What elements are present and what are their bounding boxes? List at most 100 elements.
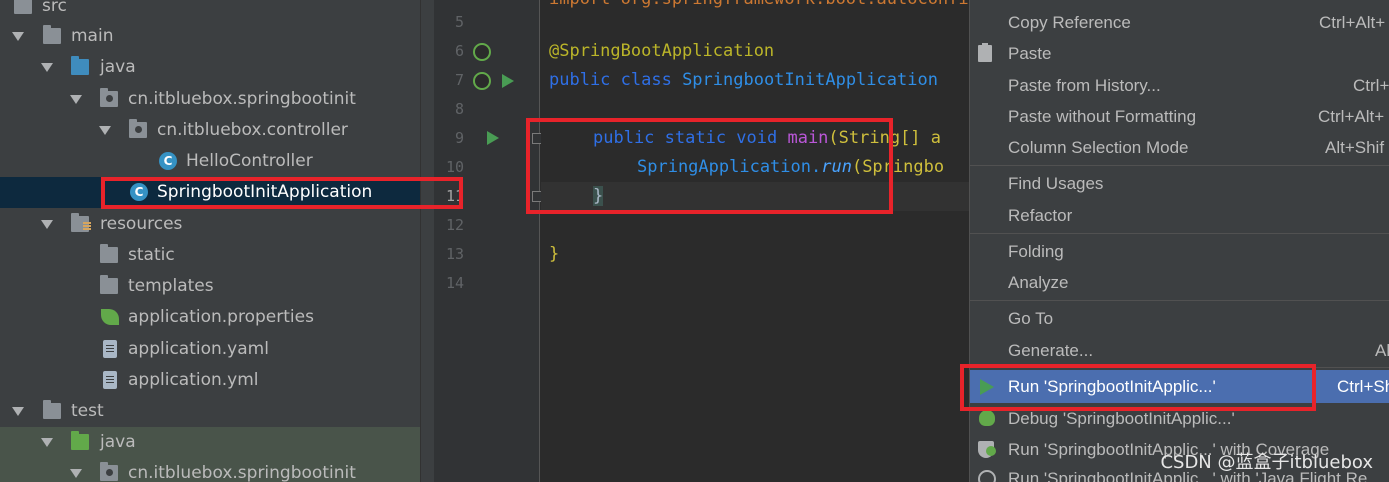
brace-token: } — [549, 244, 560, 264]
tree-item-label: java — [100, 57, 136, 77]
menu-item-label: Copy Reference — [1008, 13, 1131, 32]
tree-item-static[interactable]: static — [0, 240, 420, 271]
tree-item-src[interactable]: src — [0, 0, 420, 22]
tree-item-test-package[interactable]: cn.itbluebox.springbootinit — [0, 458, 420, 482]
spring-bean-icon[interactable] — [473, 72, 491, 90]
tree-item-hellocontroller[interactable]: C HelloController — [0, 146, 420, 177]
chevron-down-icon[interactable] — [41, 438, 53, 447]
tree-item-springbootinitapplication[interactable]: C SpringbootInitApplication — [0, 177, 420, 208]
menu-item-shortcut: Al — [1375, 341, 1389, 360]
tree-item-package[interactable]: cn.itbluebox.springbootinit — [0, 84, 420, 115]
debug-icon — [979, 410, 995, 426]
tree-item-test[interactable]: test — [0, 396, 420, 427]
menu-item-run[interactable]: Run 'SpringbootInitApplic...' Ctrl+Sh — [970, 370, 1389, 403]
tree-item-main[interactable]: main — [0, 21, 420, 52]
run-gutter-icon[interactable] — [487, 131, 499, 145]
run-gutter-icon[interactable] — [502, 74, 514, 88]
spring-boot-class-icon: C — [130, 183, 148, 201]
tree-item-resources[interactable]: resources — [0, 209, 420, 240]
code-line: import org.springframework.boot.autoconf… — [549, 0, 969, 14]
spring-bean-icon[interactable] — [473, 43, 491, 61]
tree-item-label: static — [128, 245, 175, 265]
run-icon — [980, 379, 994, 395]
package-icon — [129, 119, 147, 138]
tree-item-test-java[interactable]: java — [0, 427, 420, 458]
menu-item-shortcut: Ctrl+ — [1353, 76, 1389, 95]
package-icon — [100, 462, 118, 481]
clipboard-icon — [978, 43, 992, 62]
tree-item-label: cn.itbluebox.controller — [157, 120, 348, 140]
context-menu: Copy Reference Ctrl+Alt+ Paste Paste fro… — [969, 0, 1389, 482]
method-name-token: main — [787, 128, 829, 148]
chevron-down-icon[interactable] — [12, 407, 24, 416]
chevron-down-icon[interactable] — [12, 32, 24, 41]
tree-item-label: cn.itbluebox.springbootinit — [128, 463, 356, 482]
menu-item-label: Run 'SpringbootInitApplic...' — [1008, 377, 1216, 396]
menu-item-shortcut: Ctrl+Alt+ — [1319, 13, 1386, 32]
menu-item-refactor[interactable]: Refactor — [970, 200, 1389, 231]
menu-separator — [970, 233, 1389, 234]
brace-token: } — [593, 186, 604, 206]
tree-item-label: templates — [128, 276, 214, 296]
line-number-current: 11 — [445, 187, 464, 205]
profiler-icon — [978, 470, 996, 482]
file-icon — [103, 371, 117, 389]
folder-icon — [100, 275, 118, 294]
menu-item-generate[interactable]: Generate... Al — [970, 335, 1389, 366]
menu-separator — [970, 367, 1389, 368]
tree-item-application-yaml[interactable]: application.yaml — [0, 334, 420, 365]
menu-item-label: Analyze — [1008, 273, 1069, 292]
menu-item-shortcut: Ctrl+Sh — [1337, 377, 1389, 396]
tree-item-templates[interactable]: templates — [0, 271, 420, 302]
code-editor[interactable]: import org.springframework.boot.autoconf… — [541, 0, 969, 482]
tree-item-label: cn.itbluebox.springbootinit — [128, 89, 356, 109]
project-tree-panel: src main java cn.itbluebox.springbootini… — [0, 0, 434, 482]
tree-item-application-properties[interactable]: application.properties — [0, 302, 420, 333]
source-folder-icon — [71, 56, 89, 75]
class-name-token: SpringbootInitApplication — [682, 70, 938, 90]
tree-item-application-yml[interactable]: application.yml — [0, 365, 420, 396]
watermark: CSDN @蓝盒子itbluebox — [1160, 452, 1373, 473]
menu-item-label: Paste — [1008, 44, 1052, 63]
menu-item-go-to[interactable]: Go To — [970, 303, 1389, 334]
keyword-token: public class — [549, 70, 683, 90]
menu-item-copy-reference[interactable]: Copy Reference Ctrl+Alt+ — [970, 7, 1389, 38]
chevron-down-icon[interactable] — [41, 220, 53, 229]
class-icon: C — [159, 152, 177, 170]
menu-item-label: Paste without Formatting — [1008, 107, 1197, 126]
menu-item-folding[interactable]: Folding — [970, 236, 1389, 267]
chevron-down-icon[interactable] — [70, 469, 82, 478]
tree-item-java[interactable]: java — [0, 52, 420, 83]
code-text: import org.springframework.boot.autoconf… — [549, 0, 969, 9]
tree-item-label: application.yml — [128, 370, 259, 390]
tree-item-package[interactable]: cn.itbluebox.controller — [0, 115, 420, 146]
resources-folder-icon — [71, 213, 91, 232]
chevron-down-icon[interactable] — [70, 95, 82, 104]
tree-item-label: java — [100, 432, 136, 452]
menu-item-analyze[interactable]: Analyze — [970, 267, 1389, 298]
menu-item-paste[interactable]: Paste — [970, 38, 1389, 69]
method-name-token: run — [821, 157, 852, 177]
menu-separator — [970, 300, 1389, 301]
class-name-token: SpringApplication. — [637, 157, 822, 177]
tree-scrollbar[interactable] — [420, 0, 434, 482]
menu-item-column-selection-mode[interactable]: Column Selection Mode Alt+Shif — [970, 132, 1389, 163]
chevron-down-icon[interactable] — [41, 63, 53, 72]
code-line: } — [549, 240, 559, 269]
menu-item-paste-without-formatting[interactable]: Paste without Formatting Ctrl+Alt+ — [970, 101, 1389, 132]
chevron-down-icon[interactable] — [99, 126, 111, 135]
spring-properties-icon — [101, 309, 119, 325]
line-number: 13 — [445, 245, 464, 263]
code-line: } — [593, 182, 604, 211]
menu-item-label: Folding — [1008, 242, 1064, 261]
editor-gutter: 5 6 7 8 9 10 11 12 13 14 — [434, 0, 543, 482]
package-icon — [100, 88, 118, 107]
menu-item-paste-from-history[interactable]: Paste from History... Ctrl+ — [970, 70, 1389, 101]
tree-item-label: application.yaml — [128, 339, 269, 359]
menu-item-find-usages[interactable]: Find Usages — [970, 168, 1389, 199]
folder-icon — [100, 244, 118, 263]
menu-item-label: Generate... — [1008, 341, 1094, 360]
menu-item-label: Refactor — [1008, 206, 1073, 225]
menu-item-debug[interactable]: Debug 'SpringbootInitApplic...' — [970, 403, 1389, 434]
menu-separator — [970, 165, 1389, 166]
